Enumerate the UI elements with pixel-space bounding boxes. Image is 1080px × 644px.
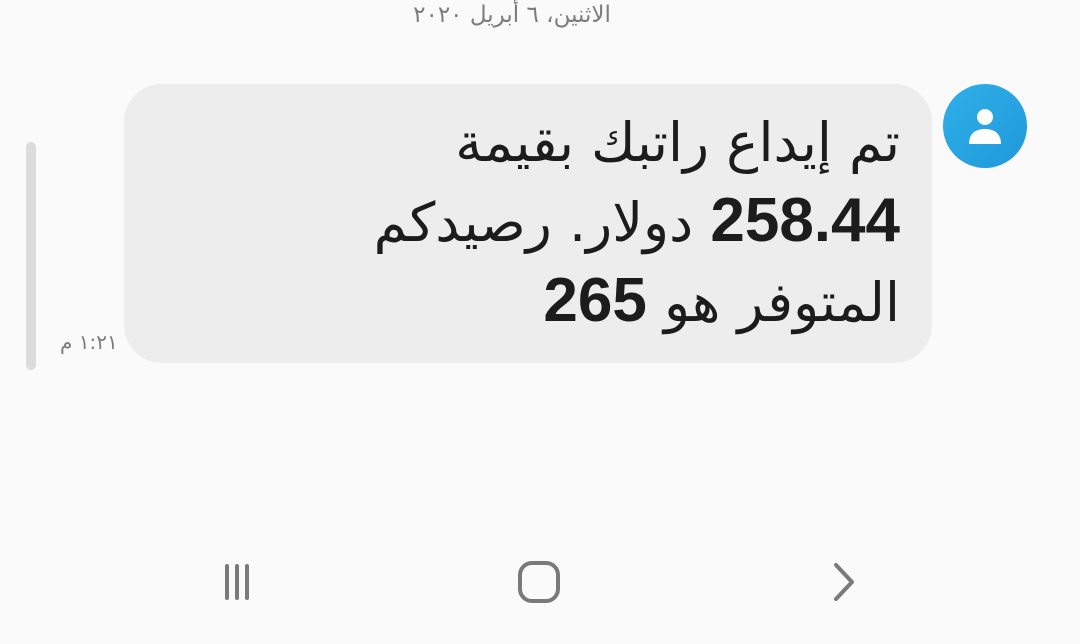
balance-amount: 265 xyxy=(543,266,647,335)
date-header: الاثنين، ٦ أبريل ٢٠٢٠ xyxy=(413,2,611,28)
recents-icon xyxy=(225,564,249,600)
deposit-amount: 258.44 xyxy=(710,186,900,255)
scrollbar[interactable] xyxy=(26,142,36,370)
message-time: ١:٢١ م xyxy=(60,330,118,354)
message-line-2: 258.44 دولار. رصيدكم xyxy=(164,182,900,262)
home-button[interactable] xyxy=(509,552,569,612)
message-line-3: المتوفر هو 265 xyxy=(164,262,900,342)
recents-button[interactable] xyxy=(207,552,267,612)
message-bubble[interactable]: تم إيداع راتبك بقيمة 258.44 دولار. رصيدك… xyxy=(124,84,932,363)
sender-avatar[interactable] xyxy=(943,84,1027,168)
person-icon xyxy=(969,109,1001,144)
message-line-3-text: المتوفر هو xyxy=(646,271,900,334)
home-icon xyxy=(518,561,560,603)
back-button[interactable] xyxy=(812,552,872,612)
messages-screen: الاثنين، ٦ أبريل ٢٠٢٠ تم إيداع راتبك بقي… xyxy=(0,0,1080,644)
message-line-2-text: دولار. رصيدكم xyxy=(373,191,711,254)
back-icon xyxy=(834,563,854,601)
message-line-1: تم إيداع راتبك بقيمة xyxy=(455,111,900,174)
